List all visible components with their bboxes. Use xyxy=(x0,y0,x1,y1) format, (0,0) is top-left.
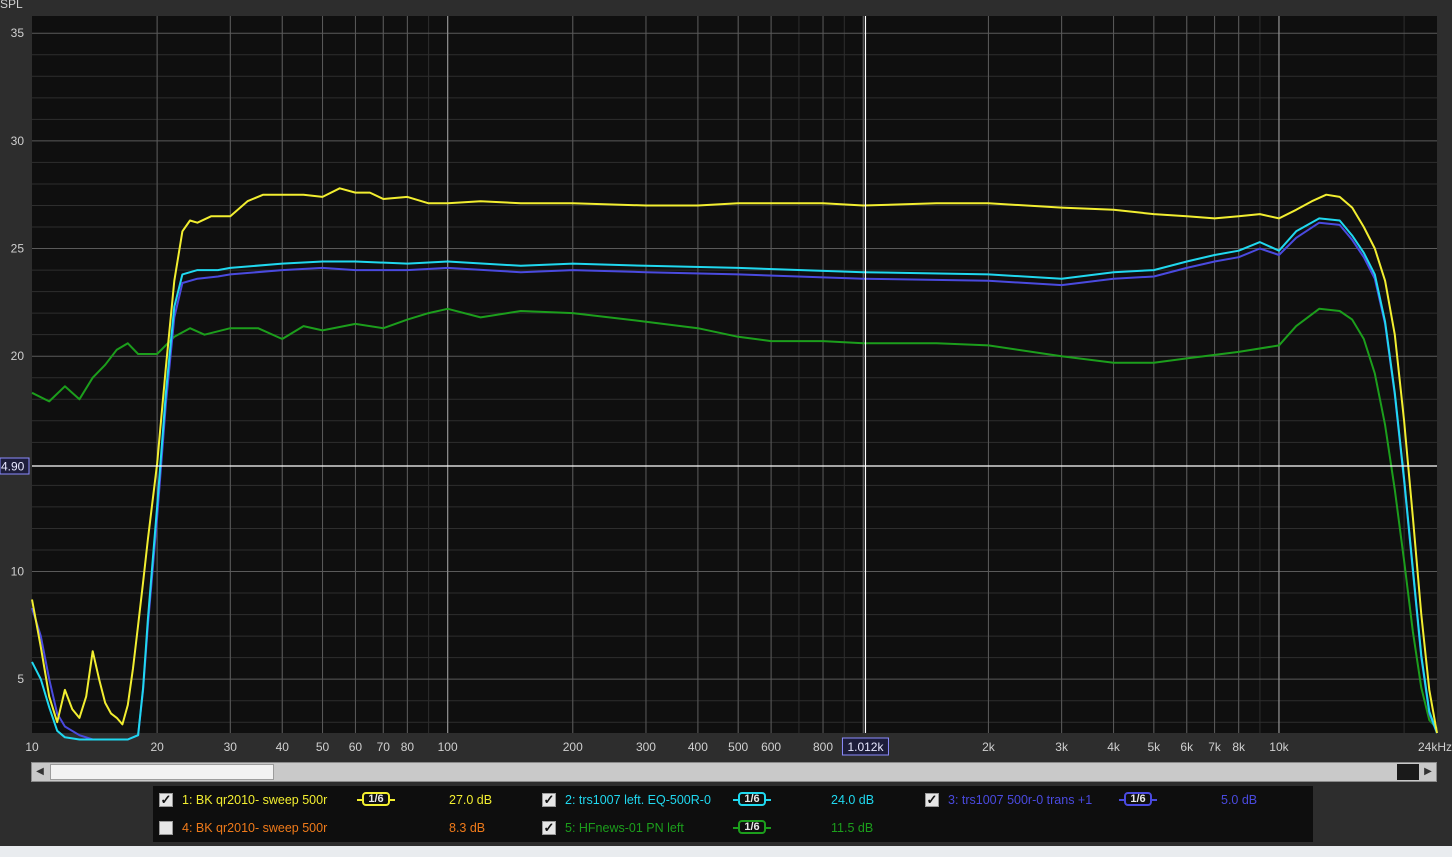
legend-item[interactable]: 4: BK qr2010- sweep 500r 8.3 dB xyxy=(159,818,519,838)
smoothing-label: 1/6 xyxy=(738,820,766,834)
x-tick-label: 70 xyxy=(377,740,391,754)
plot-area[interactable] xyxy=(32,16,1437,733)
x-tick-label: 800 xyxy=(813,740,833,754)
legend-value: 24.0 dB xyxy=(831,793,875,807)
legend-name: 5: HFnews-01 PN left xyxy=(565,821,684,835)
scrollbar-thumb[interactable] xyxy=(50,764,274,780)
x-tick-label: 400 xyxy=(688,740,708,754)
legend-item[interactable]: ✓ 5: HFnews-01 PN left 1/6 11.5 dB xyxy=(542,818,902,838)
smoothing-button[interactable]: 1/6 xyxy=(1119,792,1159,808)
smoothing-label: 1/6 xyxy=(362,792,390,806)
x-tick-label: 24kHz xyxy=(1418,740,1452,754)
legend-value: 5.0 dB xyxy=(1221,793,1258,807)
smoothing-label: 1/6 xyxy=(738,792,766,806)
legend-checkbox[interactable]: ✓ xyxy=(925,793,939,807)
cursor-y-label: 4.90 xyxy=(1,460,25,474)
check-mark-icon: ✓ xyxy=(926,792,938,807)
y-tick-label: 30 xyxy=(11,134,25,148)
legend-dash xyxy=(765,799,771,801)
x-tick-label: 100 xyxy=(438,740,458,754)
y-tick-label: 35 xyxy=(11,26,25,40)
legend-checkbox[interactable]: ✓ xyxy=(542,821,556,835)
check-mark-icon: ✓ xyxy=(160,792,172,807)
legend-dash xyxy=(389,799,395,801)
x-tick-label: 80 xyxy=(401,740,415,754)
x-tick-label: 20 xyxy=(150,740,164,754)
legend-checkbox[interactable] xyxy=(159,821,173,835)
spl-chart[interactable]: SPL 4.90 1.012k 35 30 25 20 10 5 10 20 30 40 50 60 7… xyxy=(0,0,1452,762)
legend-panel: ✓ 1: BK qr2010- sweep 500r 1/6 27.0 dB ✓ 2: t… xyxy=(153,786,1313,842)
horizontal-scrollbar[interactable]: ◀ ▶ xyxy=(31,762,1437,782)
x-tick-label: 4k xyxy=(1107,740,1121,754)
y-tick-label: 5 xyxy=(17,672,24,686)
legend-value: 8.3 dB xyxy=(449,821,486,835)
arrow-right-icon[interactable]: ▶ xyxy=(1420,763,1436,781)
x-tick-label: 6k xyxy=(1180,740,1194,754)
legend-checkbox[interactable]: ✓ xyxy=(159,793,173,807)
legend-item[interactable]: ✓ 3: trs1007 500r-0 trans +1 1/6 5.0 dB xyxy=(925,790,1285,810)
check-mark-icon: ✓ xyxy=(543,792,555,807)
x-tick-label: 3k xyxy=(1055,740,1069,754)
x-tick-label: 60 xyxy=(349,740,363,754)
x-tick-label: 500 xyxy=(728,740,748,754)
legend-dash xyxy=(765,827,771,829)
x-axis-ticks: 10 20 30 40 50 60 70 80 100 200 300 400 500 600 800 2k 3… xyxy=(25,740,1452,754)
legend-name: 1: BK qr2010- sweep 500r xyxy=(182,793,328,807)
legend-name: 2: trs1007 left. EQ-500R-0 xyxy=(565,793,711,807)
smoothing-button[interactable]: 1/6 xyxy=(733,820,773,836)
x-tick-label: 300 xyxy=(636,740,656,754)
legend-checkbox[interactable]: ✓ xyxy=(542,793,556,807)
y-tick-label: 10 xyxy=(11,565,25,579)
x-tick-label: 600 xyxy=(761,740,781,754)
smoothing-button[interactable]: 1/6 xyxy=(733,792,773,808)
x-tick-label: 40 xyxy=(276,740,290,754)
x-tick-label: 30 xyxy=(224,740,238,754)
scrollbar-end-block xyxy=(1397,764,1419,780)
legend-name: 3: trs1007 500r-0 trans +1 xyxy=(948,793,1093,807)
x-tick-label: 7k xyxy=(1208,740,1222,754)
x-tick-label: 10 xyxy=(25,740,39,754)
legend-value: 11.5 dB xyxy=(831,821,874,835)
smoothing-label: 1/6 xyxy=(1124,792,1152,806)
x-tick-label: 2k xyxy=(982,740,996,754)
legend-value: 27.0 dB xyxy=(449,793,493,807)
x-tick-label: 10k xyxy=(1269,740,1289,754)
cursor-x-label: 1.012k xyxy=(847,740,884,754)
status-strip xyxy=(0,846,1452,857)
legend-item[interactable]: ✓ 1: BK qr2010- sweep 500r 1/6 27.0 dB xyxy=(159,790,519,810)
x-tick-label: 5k xyxy=(1147,740,1161,754)
y-tick-label: 25 xyxy=(11,242,25,256)
smoothing-button[interactable]: 1/6 xyxy=(357,792,397,808)
legend-item[interactable]: ✓ 2: trs1007 left. EQ-500R-0 1/6 24.0 dB xyxy=(542,790,902,810)
check-mark-icon: ✓ xyxy=(543,820,555,835)
legend-name: 4: BK qr2010- sweep 500r xyxy=(182,821,328,835)
x-tick-label: 200 xyxy=(563,740,583,754)
y-axis-ticks: 35 30 25 20 10 5 xyxy=(11,26,25,686)
x-tick-label: 8k xyxy=(1232,740,1246,754)
y-tick-label: 20 xyxy=(11,349,25,363)
x-tick-label: 50 xyxy=(316,740,330,754)
y-axis-title: SPL xyxy=(0,0,23,11)
legend-dash xyxy=(1151,799,1157,801)
arrow-left-icon[interactable]: ◀ xyxy=(32,763,48,781)
